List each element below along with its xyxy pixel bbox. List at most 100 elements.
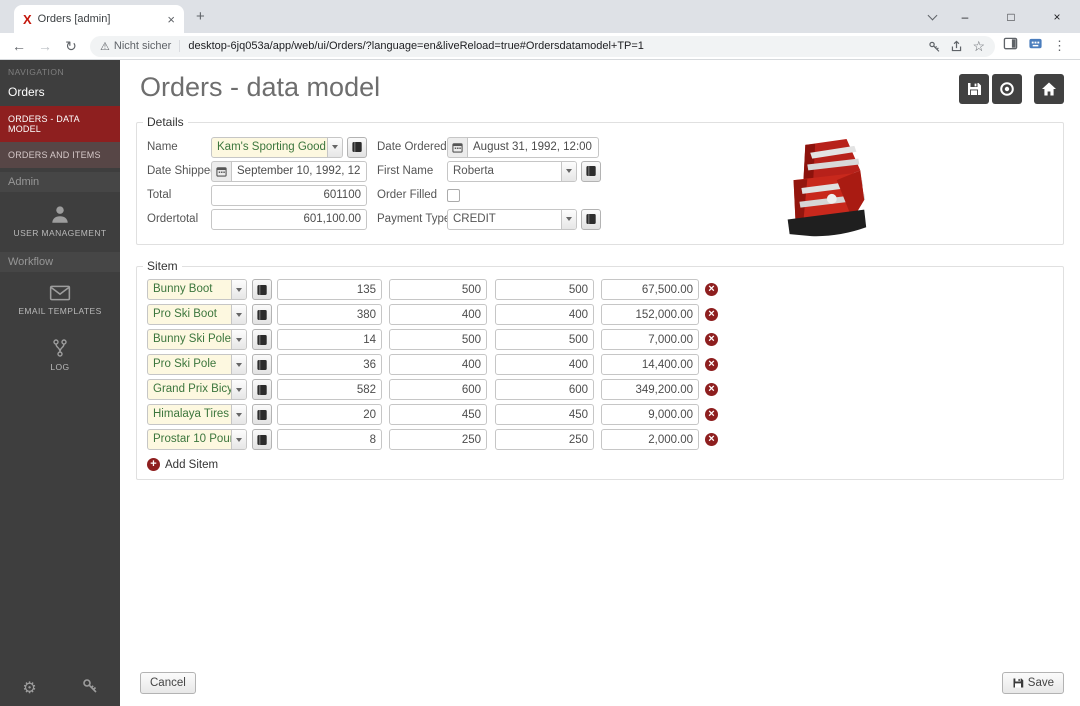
home-button[interactable] <box>1034 74 1064 104</box>
delete-row-icon[interactable]: × <box>705 408 718 421</box>
address-bar[interactable]: ⚠ Nicht sicher desktop-6jq053a/app/web/u… <box>90 36 995 57</box>
name-lookup-button[interactable] <box>347 137 367 158</box>
delete-row-icon[interactable]: × <box>705 333 718 346</box>
sitem-total-input[interactable] <box>601 279 699 300</box>
sitem-lookup-button[interactable] <box>252 404 272 425</box>
sitem-item-select[interactable]: Bunny Ski Pole <box>147 329 247 350</box>
save-button-bottom[interactable]: Save <box>1002 672 1064 694</box>
sitem-lookup-button[interactable] <box>252 279 272 300</box>
toolbar-extension-icon[interactable] <box>1028 36 1043 56</box>
back-icon[interactable]: ← <box>6 38 32 54</box>
book-icon <box>256 409 268 421</box>
sitem-lookup-button[interactable] <box>252 429 272 450</box>
calendar-icon[interactable] <box>447 137 467 158</box>
sidebar-item-email-templates[interactable]: EMAIL TEMPLATES <box>0 272 120 326</box>
sidebar-item-orders[interactable]: Orders <box>0 81 120 106</box>
sitem-total-input[interactable] <box>601 304 699 325</box>
cancel-button[interactable]: Cancel <box>140 672 196 694</box>
sitem-price-input[interactable] <box>495 429 594 450</box>
share-icon[interactable] <box>950 40 963 53</box>
forward-icon[interactable]: → <box>32 38 58 54</box>
calendar-icon[interactable] <box>211 161 231 182</box>
first-name-select[interactable]: Roberta <box>447 161 577 182</box>
sidebar-item-orders-data-model[interactable]: ORDERS - DATA MODEL <box>0 106 120 142</box>
tab-close-icon[interactable]: × <box>167 12 175 27</box>
sitem-qty-input[interactable] <box>277 279 382 300</box>
sitem-item-select[interactable]: Grand Prix Bicy <box>147 379 247 400</box>
sitem-total-input[interactable] <box>601 404 699 425</box>
validate-button[interactable] <box>992 74 1022 104</box>
reload-icon[interactable]: ↻ <box>58 38 84 55</box>
add-sitem-button[interactable]: + Add Sitem <box>147 458 1053 471</box>
ordertotal-input[interactable] <box>211 209 367 230</box>
key-tool-icon[interactable] <box>82 678 98 699</box>
sitem-total-input[interactable] <box>601 429 699 450</box>
kebab-menu-icon[interactable]: ⋮ <box>1053 38 1066 54</box>
sitem-unit-price-input[interactable] <box>389 354 487 375</box>
sitem-item-select[interactable]: Himalaya Tires <box>147 404 247 425</box>
date-shipped-input[interactable] <box>231 161 367 182</box>
window-minimize-button[interactable]: – <box>942 0 988 33</box>
sitem-price-input[interactable] <box>495 279 594 300</box>
sitem-qty-input[interactable] <box>277 404 382 425</box>
window-maximize-button[interactable]: □ <box>988 0 1034 33</box>
new-tab-button[interactable]: + <box>196 9 205 24</box>
sidebar-item-orders-and-items[interactable]: ORDERS AND ITEMS <box>0 142 120 168</box>
payment-type-lookup-button[interactable] <box>581 209 601 230</box>
security-label[interactable]: Nicht sicher <box>114 40 171 52</box>
branch-icon <box>50 338 70 358</box>
sitem-total-input[interactable] <box>601 354 699 375</box>
sitem-unit-price-input[interactable] <box>389 304 487 325</box>
delete-row-icon[interactable]: × <box>705 283 718 296</box>
sitem-price-input[interactable] <box>495 304 594 325</box>
password-key-icon[interactable] <box>928 40 941 53</box>
sitem-unit-price-input[interactable] <box>389 379 487 400</box>
sitem-qty-input[interactable] <box>277 354 382 375</box>
tab-search-icon[interactable] <box>929 12 938 21</box>
order-filled-checkbox[interactable] <box>447 189 460 202</box>
sidebar-item-log[interactable]: LOG <box>0 326 120 382</box>
url-text[interactable]: desktop-6jq053a/app/web/ui/Orders/?langu… <box>188 40 919 52</box>
floppy-icon <box>1012 677 1024 689</box>
sidebar-item-user-management[interactable]: USER MANAGEMENT <box>0 192 120 248</box>
sitem-unit-price-input[interactable] <box>389 329 487 350</box>
sitem-qty-input[interactable] <box>277 304 382 325</box>
browser-tab-orders[interactable]: X Orders [admin] × <box>14 5 184 33</box>
sitem-lookup-button[interactable] <box>252 379 272 400</box>
sitem-price-input[interactable] <box>495 329 594 350</box>
sitem-unit-price-input[interactable] <box>389 404 487 425</box>
app-favicon-icon: X <box>23 13 32 26</box>
sitem-price-input[interactable] <box>495 404 594 425</box>
save-button-top[interactable] <box>959 74 989 104</box>
sitem-unit-price-input[interactable] <box>389 429 487 450</box>
sitem-item-select[interactable]: Prostar 10 Pour <box>147 429 247 450</box>
payment-type-select[interactable]: CREDIT <box>447 209 577 230</box>
sitem-unit-price-input[interactable] <box>389 279 487 300</box>
sitem-item-select[interactable]: Pro Ski Pole <box>147 354 247 375</box>
delete-row-icon[interactable]: × <box>705 383 718 396</box>
sitem-price-input[interactable] <box>495 379 594 400</box>
side-panel-icon[interactable] <box>1003 36 1018 56</box>
window-close-button[interactable]: × <box>1034 0 1080 33</box>
sitem-item-select[interactable]: Pro Ski Boot <box>147 304 247 325</box>
delete-row-icon[interactable]: × <box>705 308 718 321</box>
name-select[interactable]: Kam's Sporting Good <box>211 137 343 158</box>
sitem-lookup-button[interactable] <box>252 354 272 375</box>
sitem-qty-input[interactable] <box>277 329 382 350</box>
sitem-item-select[interactable]: Bunny Boot <box>147 279 247 300</box>
first-name-lookup-button[interactable] <box>581 161 601 182</box>
date-ordered-input[interactable] <box>467 137 599 158</box>
sitem-total-input[interactable] <box>601 329 699 350</box>
sitem-total-input[interactable] <box>601 379 699 400</box>
sitem-qty-input[interactable] <box>277 429 382 450</box>
total-input[interactable] <box>211 185 367 206</box>
bookmark-star-icon[interactable]: ☆ <box>972 38 985 55</box>
sitem-lookup-button[interactable] <box>252 304 272 325</box>
sitem-qty-input[interactable] <box>277 379 382 400</box>
date-shipped-label: Date Shipped <box>147 165 211 177</box>
sitem-price-input[interactable] <box>495 354 594 375</box>
settings-gear-icon[interactable]: ⚙ <box>22 678 36 698</box>
delete-row-icon[interactable]: × <box>705 433 718 446</box>
delete-row-icon[interactable]: × <box>705 358 718 371</box>
sitem-lookup-button[interactable] <box>252 329 272 350</box>
